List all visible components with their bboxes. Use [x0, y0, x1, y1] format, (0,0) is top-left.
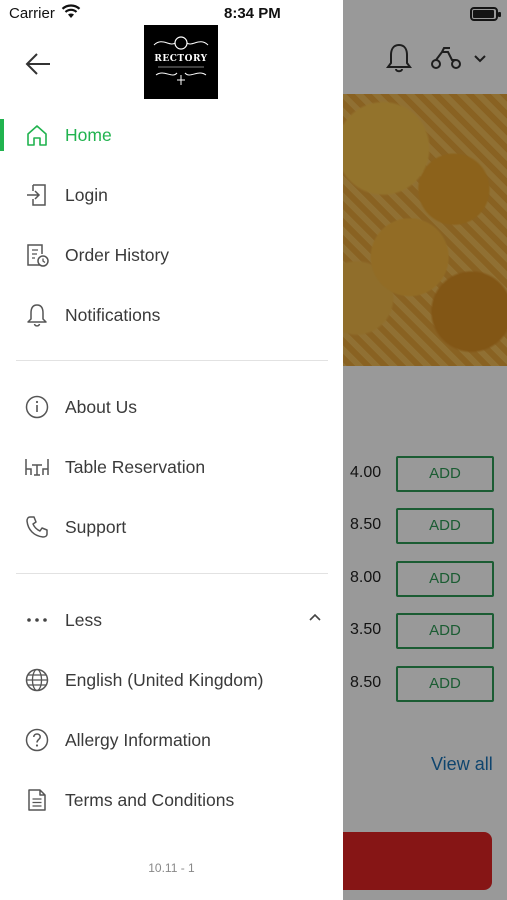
menu-item-label: Allergy Information	[65, 730, 211, 750]
logo-text: RECTORY	[154, 54, 208, 64]
home-icon	[27, 125, 47, 146]
menu-item-label: Notifications	[65, 305, 161, 325]
menu-item-label: Order History	[65, 245, 170, 265]
menu-item-about-us[interactable]: About Us	[0, 379, 343, 435]
menu-item-language[interactable]: English (United Kingdom)	[0, 652, 343, 708]
menu-item-label: Table Reservation	[65, 457, 206, 477]
menu-item-home[interactable]: Home	[0, 107, 343, 163]
table-icon	[25, 459, 49, 476]
menu-item-order-history[interactable]: Order History	[0, 227, 343, 283]
info-icon	[25, 395, 49, 419]
question-icon	[25, 728, 49, 752]
phone-icon	[26, 516, 48, 538]
active-indicator	[0, 119, 4, 151]
divider	[16, 573, 328, 574]
menu-item-label: Home	[65, 125, 112, 145]
menu-item-label: Support	[65, 517, 127, 537]
menu-item-label: English (United Kingdom)	[65, 670, 264, 690]
app-version: 10.11 - 1	[148, 861, 195, 875]
status-time: 8:34 PM	[224, 5, 281, 22]
menu-item-allergy-information[interactable]: Allergy Information	[0, 712, 343, 768]
bell-icon	[27, 304, 47, 327]
navigation-drawer: Carrier 8:34 PM RECTORY Home Login Order…	[0, 0, 343, 900]
menu-item-label: Login	[65, 185, 108, 205]
divider	[16, 360, 328, 361]
document-icon	[28, 789, 46, 811]
menu-item-notifications[interactable]: Notifications	[0, 287, 343, 343]
restaurant-logo: RECTORY	[144, 25, 218, 99]
login-icon	[27, 184, 46, 206]
menu-item-support[interactable]: Support	[0, 499, 343, 555]
menu-item-terms-and-conditions[interactable]: Terms and Conditions	[0, 772, 343, 828]
order-history-icon	[27, 244, 49, 267]
menu-item-login[interactable]: Login	[0, 167, 343, 223]
more-dots-icon	[27, 618, 47, 622]
menu-item-label: Less	[65, 610, 102, 630]
menu-toggle-less[interactable]: Less	[0, 592, 343, 648]
menu-item-label: About Us	[65, 397, 137, 417]
carrier-label: Carrier	[9, 5, 55, 22]
wifi-icon	[61, 4, 81, 18]
chevron-up-icon	[309, 613, 321, 621]
menu-item-label: Terms and Conditions	[65, 790, 235, 810]
globe-icon	[25, 668, 49, 692]
menu-item-table-reservation[interactable]: Table Reservation	[0, 439, 343, 495]
back-arrow-icon[interactable]	[22, 48, 56, 80]
